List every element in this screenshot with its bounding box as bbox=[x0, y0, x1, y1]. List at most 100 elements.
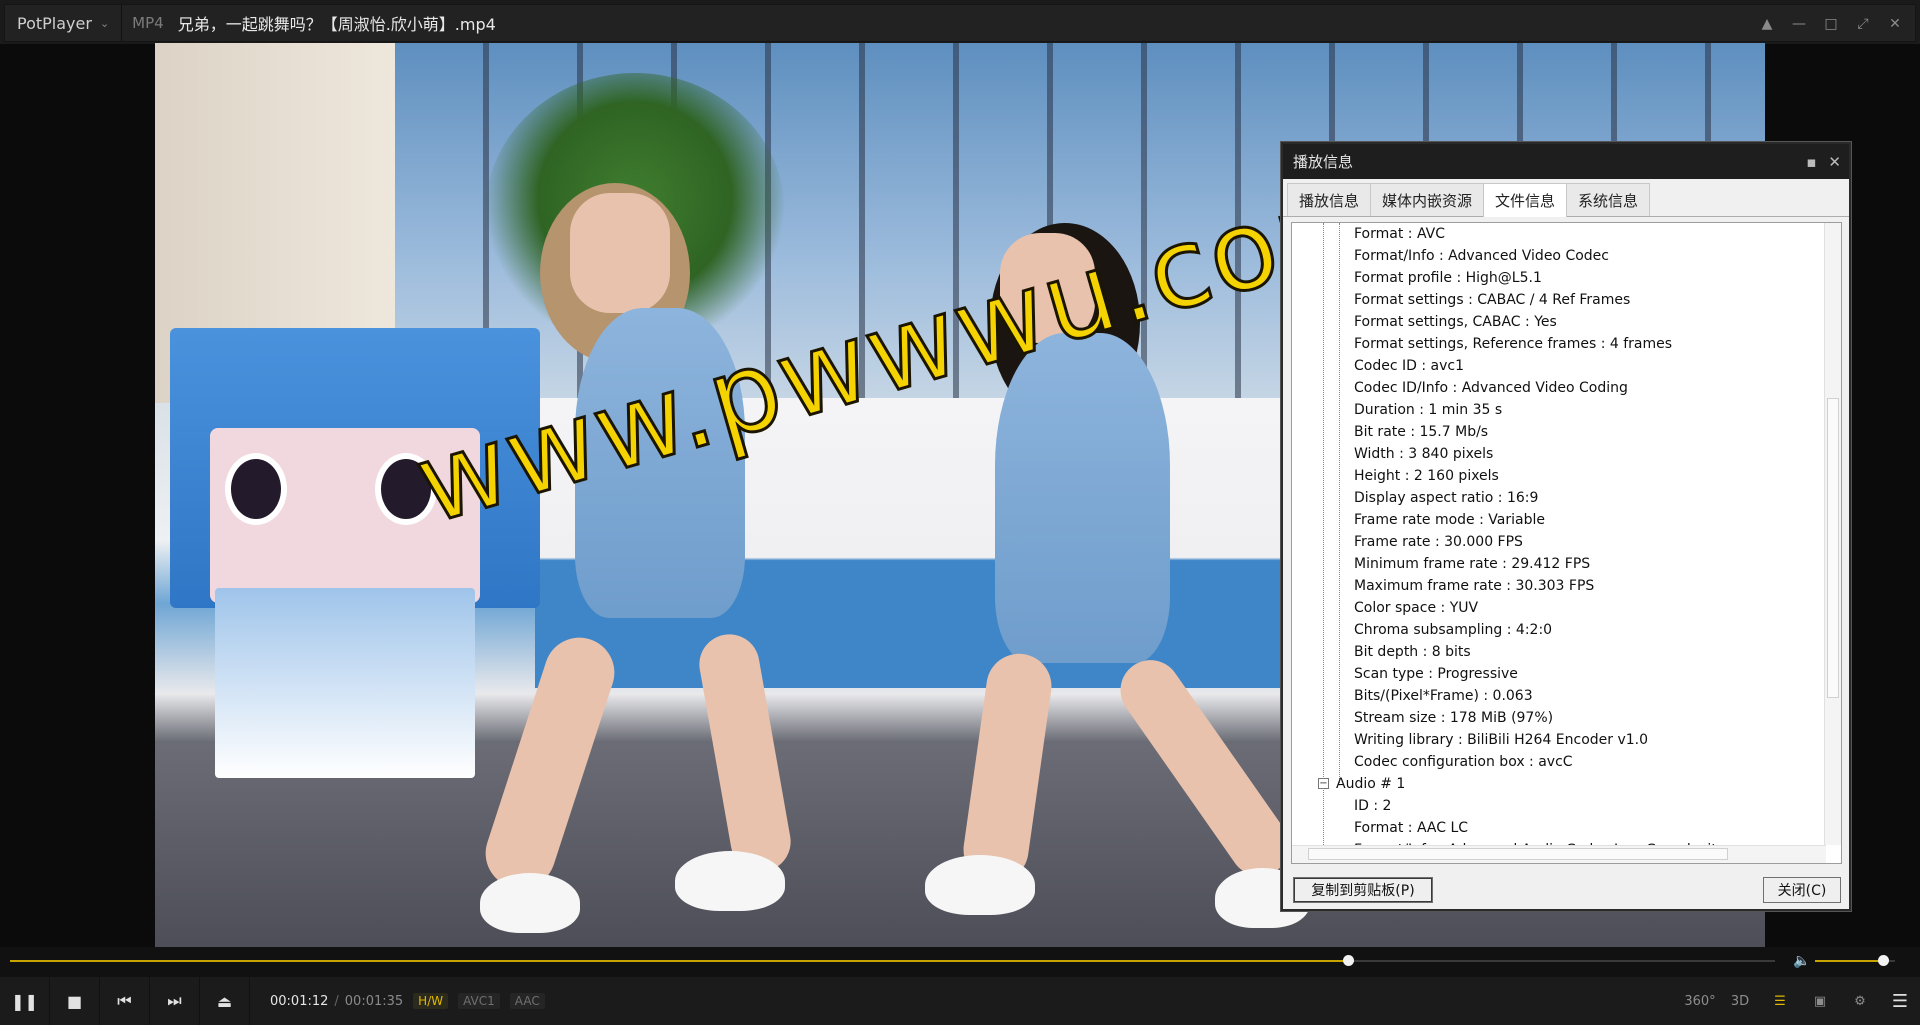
playback-info-dialog: 播放信息 ▪ ✕ 播放信息 媒体内嵌资源 文件信息 系统信息 Format : AVC… bbox=[1281, 142, 1851, 911]
scrollbar-thumb[interactable] bbox=[1308, 848, 1728, 860]
time-display: 00:01:12 / 00:01:35 bbox=[270, 994, 403, 1009]
tree-node-label: Audio # 1 bbox=[1336, 776, 1406, 792]
seek-area: 🔈 bbox=[0, 947, 1920, 977]
file-info-tree[interactable]: Format : AVC Format/Info : Advanced Video… bbox=[1291, 222, 1842, 864]
pin-icon[interactable]: ▪ bbox=[1806, 153, 1816, 171]
audio-codec-badge[interactable]: AAC bbox=[509, 993, 545, 1009]
info-row[interactable]: ID : 2 bbox=[1292, 795, 1822, 817]
horizontal-scrollbar[interactable] bbox=[1292, 845, 1826, 863]
title-bar-inner: PotPlayer ⌄ MP4 兄弟，一起跳舞吗？【周淑怡.欣小萌】.mp4 ▲… bbox=[4, 4, 1916, 42]
stop-icon: ■ bbox=[66, 991, 83, 1011]
window-controls: ▲ — □ ⤢ ✕ bbox=[1757, 5, 1905, 43]
tree-node-audio[interactable]: − Audio # 1 bbox=[1292, 773, 1822, 795]
dialog-title-bar[interactable]: 播放信息 ▪ ✕ bbox=[1283, 144, 1849, 179]
audio-info-rows: ID : 2Format : AAC LCFormat/Info : Advan… bbox=[1292, 795, 1822, 845]
tab-1[interactable]: 媒体内嵌资源 bbox=[1370, 183, 1485, 216]
control-bar: ❚❚ ■ ⏮ ⏭ ⏏ 00:01:12 / 00:01:35 H/W AVC1 AA… bbox=[0, 977, 1920, 1025]
copy-to-clipboard-button[interactable]: 复制到剪贴板(P) bbox=[1293, 877, 1433, 903]
info-row[interactable]: Frame rate : 30.000 FPS bbox=[1292, 531, 1822, 553]
stop-button[interactable]: ■ bbox=[50, 977, 100, 1025]
vr-360-button[interactable]: 360° bbox=[1680, 994, 1720, 1009]
volume-level bbox=[1815, 960, 1883, 962]
info-row[interactable]: Codec ID : avc1 bbox=[1292, 355, 1822, 377]
info-row[interactable]: Format settings, Reference frames : 4 fr… bbox=[1292, 333, 1822, 355]
pin-icon[interactable]: ▲ bbox=[1757, 16, 1777, 32]
fullscreen-icon[interactable]: ⤢ bbox=[1853, 16, 1873, 32]
scrollbar-thumb[interactable] bbox=[1827, 398, 1839, 698]
right-controls: 360° 3D ☰ ▣ ⚙ ☰ bbox=[1680, 977, 1920, 1025]
volume-icon[interactable]: 🔈 bbox=[1793, 953, 1810, 969]
info-row[interactable]: Height : 2 160 pixels bbox=[1292, 465, 1822, 487]
menu-icon[interactable]: ☰ bbox=[1880, 991, 1920, 1012]
info-row[interactable]: Format settings, CABAC : Yes bbox=[1292, 311, 1822, 333]
skip-forward-icon: ⏭ bbox=[167, 991, 182, 1010]
info-row[interactable]: Bits/(Pixel*Frame) : 0.063 bbox=[1292, 685, 1822, 707]
title-bar: PotPlayer ⌄ MP4 兄弟，一起跳舞吗？【周淑怡.欣小萌】.mp4 ▲… bbox=[0, 0, 1920, 44]
file-format: MP4 bbox=[132, 14, 164, 32]
video-codec-badge[interactable]: AVC1 bbox=[458, 993, 500, 1009]
seek-bar[interactable] bbox=[10, 955, 1775, 966]
chevron-down-icon: ⌄ bbox=[99, 16, 110, 30]
file-info-tree-content: Format : AVC Format/Info : Advanced Video… bbox=[1292, 223, 1822, 845]
info-row[interactable]: Format profile : High@L5.1 bbox=[1292, 267, 1822, 289]
info-row[interactable]: Display aspect ratio : 16:9 bbox=[1292, 487, 1822, 509]
volume-slider[interactable] bbox=[1815, 955, 1895, 966]
video-scene-slipper bbox=[480, 873, 580, 933]
info-row[interactable]: Format : AAC LC bbox=[1292, 817, 1822, 839]
close-icon[interactable]: ✕ bbox=[1828, 153, 1841, 171]
tab-0[interactable]: 播放信息 bbox=[1287, 183, 1372, 216]
chapter-icon[interactable]: ▣ bbox=[1800, 994, 1840, 1009]
hardware-decode-badge[interactable]: H/W bbox=[413, 993, 449, 1009]
info-row[interactable]: Duration : 1 min 35 s bbox=[1292, 399, 1822, 421]
info-row[interactable]: Color space : YUV bbox=[1292, 597, 1822, 619]
info-row[interactable]: Format settings : CABAC / 4 Ref Frames bbox=[1292, 289, 1822, 311]
collapse-icon[interactable]: − bbox=[1318, 778, 1329, 789]
dialog-title: 播放信息 bbox=[1293, 153, 1354, 171]
total-time: 00:01:35 bbox=[344, 993, 404, 1009]
video-scene-dancer-face bbox=[570, 193, 670, 313]
info-row[interactable]: Chroma subsampling : 4:2:0 bbox=[1292, 619, 1822, 641]
minimize-icon[interactable]: — bbox=[1789, 16, 1809, 32]
dialog-controls: ▪ ✕ bbox=[1806, 144, 1841, 179]
dialog-tabs: 播放信息 媒体内嵌资源 文件信息 系统信息 bbox=[1283, 179, 1849, 217]
volume-handle[interactable] bbox=[1878, 955, 1889, 966]
tab-3[interactable]: 系统信息 bbox=[1566, 183, 1651, 216]
skip-back-icon: ⏮ bbox=[117, 991, 132, 1010]
app-name: PotPlayer bbox=[17, 13, 92, 33]
vertical-scrollbar[interactable] bbox=[1824, 223, 1841, 845]
close-icon[interactable]: ✕ bbox=[1885, 16, 1905, 32]
info-row[interactable]: Stream size : 178 MiB (97%) bbox=[1292, 707, 1822, 729]
info-row[interactable]: Format/Info : Advanced Video Codec bbox=[1292, 245, 1822, 267]
gear-icon[interactable]: ⚙ bbox=[1840, 994, 1880, 1009]
seek-handle[interactable] bbox=[1342, 955, 1354, 966]
info-row[interactable]: Writing library : BiliBili H264 Encoder … bbox=[1292, 729, 1822, 751]
info-row[interactable]: Minimum frame rate : 29.412 FPS bbox=[1292, 553, 1822, 575]
video-scene-dancer-outfit bbox=[995, 333, 1170, 663]
info-row[interactable]: Bit depth : 8 bits bbox=[1292, 641, 1822, 663]
info-row[interactable]: Codec ID/Info : Advanced Video Coding bbox=[1292, 377, 1822, 399]
info-row[interactable]: Format : AVC bbox=[1292, 223, 1822, 245]
time-separator: / bbox=[334, 993, 339, 1009]
info-row[interactable]: Maximum frame rate : 30.303 FPS bbox=[1292, 575, 1822, 597]
3d-button[interactable]: 3D bbox=[1720, 994, 1760, 1009]
open-file-button[interactable]: ⏏ bbox=[200, 977, 250, 1025]
info-row[interactable]: Bit rate : 15.7 Mb/s bbox=[1292, 421, 1822, 443]
playlist-search-icon[interactable]: ☰ bbox=[1760, 994, 1800, 1009]
info-row[interactable]: Scan type : Progressive bbox=[1292, 663, 1822, 685]
current-time: 00:01:12 bbox=[270, 993, 329, 1009]
tab-2[interactable]: 文件信息 bbox=[1483, 183, 1568, 217]
window-title: 兄弟，一起跳舞吗？【周淑怡.欣小萌】.mp4 bbox=[177, 15, 496, 34]
maximize-icon[interactable]: □ bbox=[1821, 16, 1841, 32]
next-button[interactable]: ⏭ bbox=[150, 977, 200, 1025]
video-scene-mascot-body bbox=[215, 588, 475, 778]
info-row[interactable]: Width : 3 840 pixels bbox=[1292, 443, 1822, 465]
app-menu-button[interactable]: PotPlayer ⌄ bbox=[5, 5, 123, 41]
video-info-rows: Format : AVC Format/Info : Advanced Video… bbox=[1292, 223, 1822, 773]
pause-button[interactable]: ❚❚ bbox=[0, 977, 50, 1025]
info-row[interactable]: Codec configuration box : avcC bbox=[1292, 751, 1822, 773]
pause-icon: ❚❚ bbox=[11, 991, 38, 1011]
video-scene-slipper bbox=[925, 855, 1035, 915]
previous-button[interactable]: ⏮ bbox=[100, 977, 150, 1025]
close-button[interactable]: 关闭(C) bbox=[1763, 877, 1841, 903]
info-row[interactable]: Frame rate mode : Variable bbox=[1292, 509, 1822, 531]
